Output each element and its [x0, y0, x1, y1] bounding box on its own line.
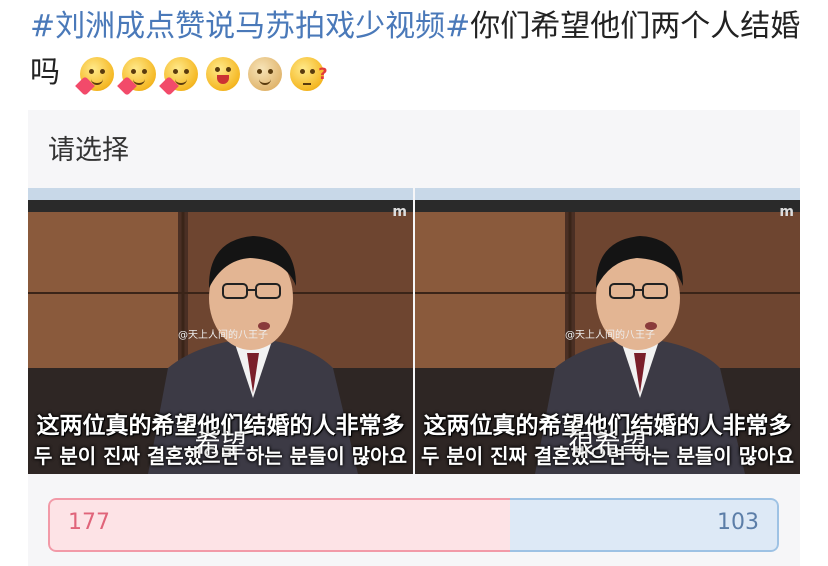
vote-bar-hope: 177 [48, 498, 510, 552]
heart-smile-icon [74, 56, 114, 96]
watermark: @天上人间的八王子 [565, 330, 655, 341]
heart-smile-icon [158, 56, 198, 96]
vote-count-hope: 177 [68, 510, 110, 535]
poll-option-strong-hope[interactable]: m @天上人间的八王子 这两位真的希望他们结婚的人非常多 두 분이 진짜 결혼했… [415, 188, 800, 474]
channel-logo: m [392, 204, 407, 220]
doge-icon [247, 56, 282, 91]
post-text: #刘洲成点赞说马苏拍戏少视频#你们希望他们两个人结婚吗 ? [30, 4, 810, 96]
vote-bar-strong-hope: 103 [509, 498, 779, 552]
thinking-icon: ? [289, 56, 328, 91]
poll-result-bar: 177 103 [48, 498, 779, 552]
poll-option-hope[interactable]: m @天上人间的八王子 这两位真的希望他们结婚的人非常多 두 분이 진짜 결혼했… [28, 188, 413, 474]
channel-logo: m [779, 204, 794, 220]
poll-title: 请选择 [48, 135, 129, 166]
cheer-icon [205, 56, 240, 91]
heart-smile-icon [116, 56, 156, 96]
option-label: 很希望 [568, 430, 647, 460]
emoji-row: ? [74, 56, 328, 96]
hashtag-link[interactable]: #刘洲成点赞说马苏拍戏少视频# [30, 9, 470, 44]
option-label: 希望 [194, 430, 247, 460]
watermark: @天上人间的八王子 [178, 330, 268, 341]
poll-card: 请选择 m @天上人间的八王子 这两位真的希望他们结婚的人非常多 두 분이 진짜… [28, 110, 800, 566]
vote-count-strong-hope: 103 [717, 510, 759, 535]
